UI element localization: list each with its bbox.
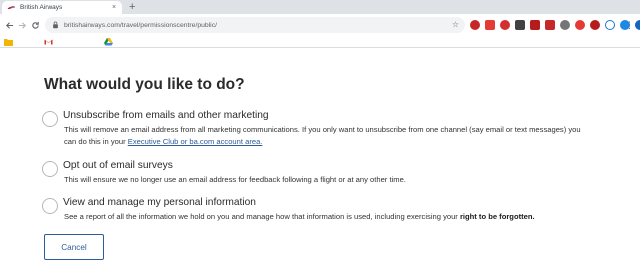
lock-icon	[53, 21, 58, 29]
option-desc-text: can do this in your	[64, 137, 128, 147]
extension-shield-icon[interactable]	[545, 20, 555, 30]
extension-puzzle-icon[interactable]	[560, 20, 570, 30]
extension-film-icon[interactable]	[515, 20, 525, 30]
bookmarks-bar	[0, 36, 640, 48]
extension-blue-icon[interactable]	[635, 20, 640, 30]
browser-tab[interactable]: British Airways ×	[2, 1, 122, 14]
browser-toolbar: britishairways.com/travel/permissionscen…	[0, 14, 640, 36]
cancel-button[interactable]: Cancel	[44, 234, 104, 260]
extensions-area	[470, 18, 640, 32]
option-desc-line: can do this in your Executive Club or ba…	[64, 136, 634, 148]
option-desc-unsubscribe: This will remove an email address from a…	[64, 124, 634, 149]
option-desc-manage-info: See a report of all the information we h…	[64, 211, 634, 223]
extension-badge-icon[interactable]	[530, 20, 540, 30]
url-text: britishairways.com/travel/permissionscen…	[64, 21, 217, 29]
executive-club-link[interactable]: Executive Club or ba.com account area.	[128, 137, 263, 146]
extension-block-icon[interactable]	[500, 20, 510, 30]
option-title-opt-out-surveys: Opt out of email surveys	[63, 160, 173, 171]
gmail-icon[interactable]	[44, 38, 53, 46]
option-desc-opt-out-surveys: This will ensure we no longer use an ema…	[64, 175, 406, 184]
apps-folder-icon[interactable]	[4, 38, 13, 46]
radio-unsubscribe[interactable]	[42, 111, 58, 127]
option-title-unsubscribe: Unsubscribe from emails and other market…	[63, 110, 269, 121]
british-airways-logo-icon	[7, 6, 16, 10]
page-heading: What would you like to do?	[44, 76, 245, 93]
back-arrow-icon[interactable]	[3, 19, 16, 32]
option-title-manage-info: View and manage my personal information	[63, 197, 256, 208]
tab-strip: British Airways × +	[0, 0, 640, 14]
forward-arrow-icon[interactable]	[16, 19, 29, 32]
radio-manage-info[interactable]	[42, 198, 58, 214]
option-opt-out-surveys[interactable]: Opt out of email surveys This will ensur…	[40, 160, 640, 188]
reload-icon[interactable]	[29, 19, 42, 32]
extension-play-icon[interactable]	[590, 20, 600, 30]
browser-menu-icon[interactable]: ⋮	[625, 18, 634, 32]
extension-red-icon[interactable]	[470, 20, 480, 30]
right-to-be-forgotten-text: right to be forgotten.	[459, 212, 535, 221]
extension-adblock-icon[interactable]	[485, 20, 495, 30]
option-manage-info[interactable]: View and manage my personal information …	[40, 197, 640, 225]
tab-title: British Airways	[20, 4, 63, 11]
google-drive-icon[interactable]	[104, 38, 113, 46]
tab-close-icon[interactable]: ×	[109, 4, 119, 11]
address-bar[interactable]: britishairways.com/travel/permissionscen…	[45, 17, 465, 33]
bookmark-star-icon[interactable]: ☆	[452, 20, 459, 29]
radio-opt-out-surveys[interactable]	[42, 161, 58, 177]
extension-camera-icon[interactable]	[575, 20, 585, 30]
option-desc-text: See a report of all the information we h…	[64, 212, 460, 221]
extension-circle-icon[interactable]	[605, 20, 615, 30]
option-desc-line: This will remove an email address from a…	[64, 125, 581, 134]
new-tab-button[interactable]: +	[129, 0, 135, 14]
option-unsubscribe[interactable]: Unsubscribe from emails and other market…	[40, 110, 640, 152]
